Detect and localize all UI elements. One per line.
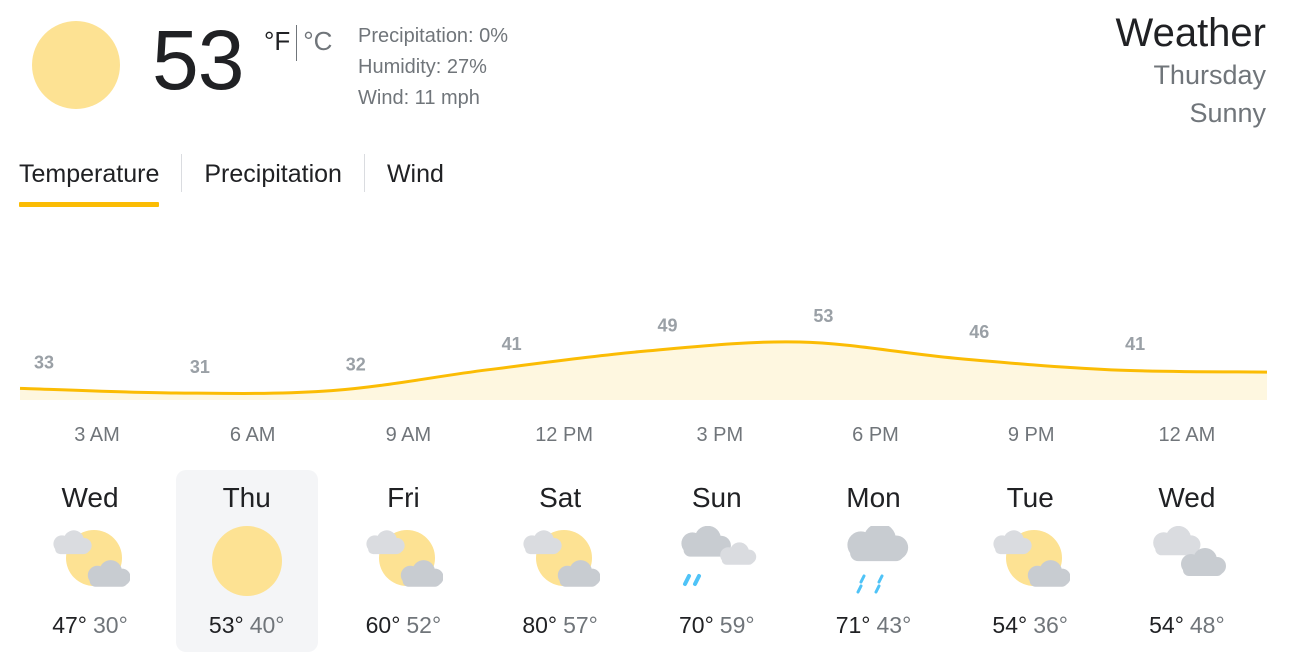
day-name: Wed bbox=[1158, 482, 1216, 513]
sun-icon bbox=[32, 21, 120, 109]
low-temp: 48° bbox=[1189, 612, 1225, 638]
sun-icon bbox=[207, 526, 287, 596]
condition-label: Sunny bbox=[1189, 98, 1266, 128]
tab-wind[interactable]: Wind bbox=[387, 154, 444, 194]
day-temps: 80° 57° bbox=[489, 610, 631, 640]
high-temp: 54° bbox=[992, 612, 1028, 638]
high-temp: 60° bbox=[365, 612, 401, 638]
partly-cloudy-icon bbox=[520, 526, 601, 596]
fahrenheit-button[interactable]: °F bbox=[264, 25, 290, 57]
chart-value-label: 32 bbox=[346, 355, 366, 375]
rain-showers-icon bbox=[677, 525, 757, 596]
day-temps: 47° 30° bbox=[19, 610, 161, 640]
day-name: Tue bbox=[1006, 482, 1054, 513]
forecast-day-sun[interactable]: Sun 70° 59° bbox=[646, 470, 788, 652]
day-temps: 53° 40° bbox=[176, 610, 318, 640]
chart-value-label: 46 bbox=[969, 322, 989, 342]
time-label: 9 AM bbox=[385, 424, 432, 446]
chart-value-label: 49 bbox=[657, 315, 677, 335]
chart-value-label: 41 bbox=[502, 334, 522, 354]
current-temperature: 53 bbox=[152, 13, 244, 107]
low-temp: 52° bbox=[406, 612, 442, 638]
day-temps: 70° 59° bbox=[646, 610, 788, 640]
tab-temperature[interactable]: Temperature bbox=[19, 154, 160, 207]
low-temp: 59° bbox=[719, 612, 755, 638]
time-label: 3 AM bbox=[74, 424, 120, 446]
celsius-button[interactable]: °C bbox=[303, 25, 332, 57]
high-temp: 54° bbox=[1149, 612, 1184, 638]
day-name: Mon bbox=[846, 482, 901, 513]
location-header: Weather Thursday Sunny bbox=[1116, 10, 1266, 132]
partly-cloudy-icon bbox=[363, 526, 444, 596]
forecast-day-mon[interactable]: Mon 71° 43° bbox=[803, 470, 945, 652]
rain-icon bbox=[834, 523, 914, 596]
day-name: Sun bbox=[691, 482, 742, 513]
cloudy-icon bbox=[1147, 525, 1227, 596]
forecast-day-sat[interactable]: Sat 80° 57° bbox=[489, 470, 631, 652]
forecast-day-wed[interactable]: Wed 54° 48° bbox=[1116, 470, 1258, 652]
chart-value-label: 53 bbox=[813, 306, 833, 326]
time-label: 6 PM bbox=[852, 424, 899, 446]
day-temps: 71° 43° bbox=[803, 610, 945, 640]
wind-detail: Wind: 11 mph bbox=[358, 87, 480, 109]
low-temp: 36° bbox=[1033, 612, 1068, 638]
chart-value-label: 33 bbox=[34, 352, 54, 372]
day-name: Wed bbox=[61, 482, 119, 513]
low-temp: 30° bbox=[93, 612, 128, 638]
chart-value-label: 31 bbox=[190, 357, 210, 377]
low-temp: 57° bbox=[563, 612, 598, 638]
partly-cloudy-icon bbox=[990, 526, 1071, 596]
unit-toggle: °F °C bbox=[264, 25, 332, 61]
high-temp: 70° bbox=[679, 612, 714, 638]
day-temps: 54° 48° bbox=[1116, 610, 1258, 640]
high-temp: 53° bbox=[208, 612, 244, 638]
time-label: 3 PM bbox=[696, 424, 744, 446]
weather-details: Precipitation: 0% Humidity: 27% Wind: 11… bbox=[358, 21, 508, 114]
precipitation-detail: Precipitation: 0% bbox=[358, 25, 509, 47]
tab-divider bbox=[181, 154, 183, 192]
forecast-day-tue[interactable]: Tue 54° 36° bbox=[959, 470, 1101, 652]
day-temps: 54° 36° bbox=[959, 610, 1101, 640]
low-temp: 43° bbox=[876, 612, 912, 638]
high-temp: 71° bbox=[835, 612, 871, 638]
day-label: Thursday bbox=[1153, 60, 1266, 90]
temperature-chart: 33 31 32 41 49 53 46 41 bbox=[19, 306, 1268, 400]
day-name: Thu bbox=[222, 482, 271, 513]
forecast-day-thu[interactable]: Thu 53° 40° bbox=[175, 470, 318, 652]
tab-precipitation[interactable]: Precipitation bbox=[204, 154, 342, 194]
tab-divider bbox=[363, 154, 365, 192]
time-label: 12 AM bbox=[1158, 424, 1216, 446]
unit-divider bbox=[296, 25, 298, 61]
partly-cloudy-icon bbox=[50, 526, 131, 596]
forecast-day-fri[interactable]: Fri 60° 52° bbox=[332, 470, 474, 652]
time-label: 12 PM bbox=[535, 424, 593, 446]
high-temp: 80° bbox=[522, 612, 558, 638]
chart-tabs: Temperature Precipitation Wind bbox=[19, 154, 444, 210]
time-label: 6 AM bbox=[229, 424, 276, 446]
day-name: Sat bbox=[539, 482, 582, 513]
weather-title: Weather bbox=[1115, 11, 1266, 55]
chart-value-label: 41 bbox=[1125, 334, 1145, 354]
day-temps: 60° 52° bbox=[332, 610, 474, 640]
day-name: Fri bbox=[387, 482, 420, 513]
high-temp: 47° bbox=[52, 612, 87, 638]
forecast-day-wed[interactable]: Wed 47° 30° bbox=[19, 470, 161, 652]
low-temp: 40° bbox=[249, 612, 285, 638]
humidity-detail: Humidity: 27% bbox=[358, 56, 487, 78]
time-label: 9 PM bbox=[1007, 424, 1055, 446]
